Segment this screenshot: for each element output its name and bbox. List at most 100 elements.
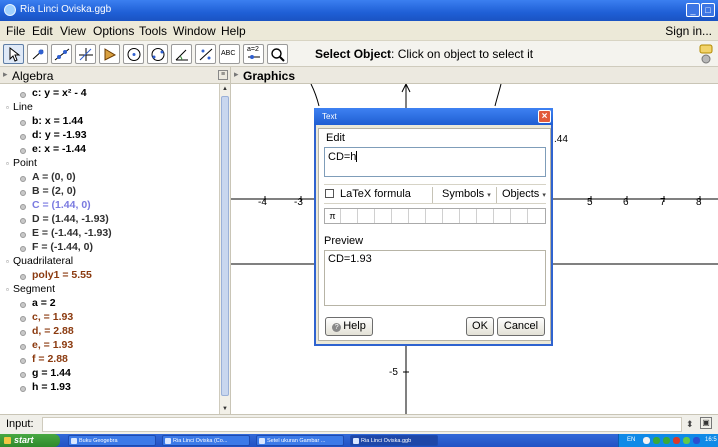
line-tool-button[interactable]	[51, 44, 72, 64]
symbol-cell[interactable]	[478, 209, 494, 223]
collapse-toggle-icon[interactable]: ▫	[6, 284, 13, 296]
algebra-category-quadrilateral[interactable]: ▫ Quadrilateral	[6, 255, 73, 267]
visibility-toggle-icon[interactable]	[20, 215, 30, 225]
algebra-category-point[interactable]: ▫ Point	[6, 157, 37, 169]
visibility-toggle-icon[interactable]	[20, 201, 30, 211]
symbol-cell[interactable]	[342, 209, 358, 223]
menu-window[interactable]: Window	[173, 24, 216, 38]
visibility-toggle-icon[interactable]	[20, 131, 30, 141]
algebra-category-segment[interactable]: ▫ Segment	[6, 283, 55, 295]
symbol-cell[interactable]	[512, 209, 528, 223]
slider-tool-button[interactable]: a=2	[243, 44, 264, 64]
symbol-cell-pi[interactable]: π	[325, 209, 341, 223]
visibility-toggle-icon[interactable]	[20, 173, 30, 183]
algebra-item-f[interactable]: f = 2.88	[20, 353, 68, 365]
panel-menu-icon[interactable]: ≡	[218, 70, 228, 80]
algebra-item-E[interactable]: E = (-1.44, -1.93)	[20, 227, 112, 239]
symbol-cell[interactable]	[444, 209, 460, 223]
visibility-toggle-icon[interactable]	[20, 355, 30, 365]
close-icon[interactable]: ×	[538, 110, 551, 123]
algebra-item-B[interactable]: B = (2, 0)	[20, 185, 76, 197]
tray-app-icon[interactable]	[663, 437, 670, 444]
point-tool-button[interactable]	[27, 44, 48, 64]
objects-dropdown[interactable]: Objects ▾	[502, 188, 546, 200]
algebra-item-d1[interactable]: d, = 2.88	[20, 325, 74, 337]
visibility-toggle-icon[interactable]	[20, 89, 30, 99]
collapse-arrow-icon[interactable]: ▸	[234, 69, 239, 80]
algebra-item-h[interactable]: h = 1.93	[20, 381, 71, 393]
polygon-tool-button[interactable]	[99, 44, 120, 64]
algebra-item-e1[interactable]: e, = 1.93	[20, 339, 73, 351]
menu-edit[interactable]: Edit	[32, 24, 53, 38]
minimize-button[interactable]: _	[686, 3, 700, 17]
algebra-item-g[interactable]: g = 1.44	[20, 367, 71, 379]
scroll-down-icon[interactable]: ▼	[221, 404, 229, 414]
visibility-toggle-icon[interactable]	[20, 117, 30, 127]
menu-view[interactable]: View	[60, 24, 86, 38]
input-field[interactable]	[42, 417, 682, 432]
taskbar-item[interactable]: Ria Linci Oviska (Co...	[162, 435, 250, 446]
symbols-dropdown[interactable]: Symbols ▾	[442, 188, 491, 200]
maximize-button[interactable]: □	[701, 3, 715, 17]
algebra-scrollbar[interactable]: ▲ ▼	[219, 84, 230, 414]
help-button[interactable]: ? Help	[325, 317, 373, 336]
conic-tool-button[interactable]	[147, 44, 168, 64]
algebra-item-C[interactable]: C = (1.44, 0)	[20, 199, 91, 211]
menu-options[interactable]: Options	[93, 24, 134, 38]
antivirus-icon[interactable]	[673, 437, 680, 444]
tray-app-icon[interactable]	[653, 437, 660, 444]
symbol-cell[interactable]	[461, 209, 477, 223]
perpendicular-line-tool-button[interactable]	[75, 44, 96, 64]
taskbar-item[interactable]: Setel ukuran Gambar ...	[256, 435, 344, 446]
symbol-cell[interactable]	[427, 209, 443, 223]
menu-help[interactable]: Help	[221, 24, 246, 38]
algebra-item-e[interactable]: e: x = -1.44	[20, 143, 86, 155]
tray-app-icon[interactable]	[693, 437, 700, 444]
visibility-toggle-icon[interactable]	[20, 299, 30, 309]
visibility-toggle-icon[interactable]	[20, 383, 30, 393]
algebra-item-poly1[interactable]: poly1 = 5.55	[20, 269, 92, 281]
collapse-toggle-icon[interactable]: ▫	[6, 158, 13, 170]
algebra-item-F[interactable]: F = (-1.44, 0)	[20, 241, 93, 253]
algebra-category-line[interactable]: ▫ Line	[6, 101, 33, 113]
ok-button[interactable]: OK	[466, 317, 494, 336]
menu-file[interactable]: File	[6, 24, 25, 38]
visibility-toggle-icon[interactable]	[20, 229, 30, 239]
move-tool-button[interactable]	[3, 44, 24, 64]
visibility-toggle-icon[interactable]	[20, 271, 30, 281]
taskbar-item[interactable]: Buku Geogebra	[68, 435, 156, 446]
algebra-item-A[interactable]: A = (0, 0)	[20, 171, 76, 183]
text-tool-button[interactable]: ABC	[219, 44, 240, 64]
language-indicator[interactable]: EN	[627, 434, 635, 447]
scrollbar-thumb[interactable]	[221, 96, 229, 396]
algebra-item-b[interactable]: b: x = 1.44	[20, 115, 83, 127]
cancel-button[interactable]: Cancel	[497, 317, 545, 336]
start-button[interactable]: start	[0, 434, 60, 447]
symbol-cell[interactable]	[376, 209, 392, 223]
symbol-cell[interactable]	[529, 209, 545, 223]
collapse-toggle-icon[interactable]: ▫	[6, 256, 13, 268]
algebra-item-a[interactable]: a = 2	[20, 297, 56, 309]
algebra-item-c[interactable]: c: y = x² - 4	[20, 87, 87, 99]
collapse-arrow-icon[interactable]: ▸	[3, 69, 8, 80]
menu-tools[interactable]: Tools	[139, 24, 167, 38]
symbol-cell[interactable]	[359, 209, 375, 223]
visibility-toggle-icon[interactable]	[20, 313, 30, 323]
angle-tool-button[interactable]	[171, 44, 192, 64]
latex-checkbox[interactable]	[325, 189, 334, 198]
visibility-toggle-icon[interactable]	[20, 327, 30, 337]
symbol-cell[interactable]	[393, 209, 409, 223]
visibility-toggle-icon[interactable]	[20, 341, 30, 351]
algebra-item-c1[interactable]: c, = 1.93	[20, 311, 73, 323]
reflect-tool-button[interactable]	[195, 44, 216, 64]
visibility-toggle-icon[interactable]	[20, 145, 30, 155]
text-edit-field[interactable]: CD=h	[324, 147, 546, 177]
algebra-item-D[interactable]: D = (1.44, -1.93)	[20, 213, 109, 225]
visibility-toggle-icon[interactable]	[20, 369, 30, 379]
visibility-toggle-icon[interactable]	[20, 187, 30, 197]
input-help-icon[interactable]: ⬍	[686, 419, 694, 430]
tray-app-icon[interactable]	[683, 437, 690, 444]
input-keyboard-icon[interactable]: ▣	[700, 417, 712, 429]
circle-tool-button[interactable]	[123, 44, 144, 64]
collapse-toggle-icon[interactable]: ▫	[6, 102, 13, 114]
